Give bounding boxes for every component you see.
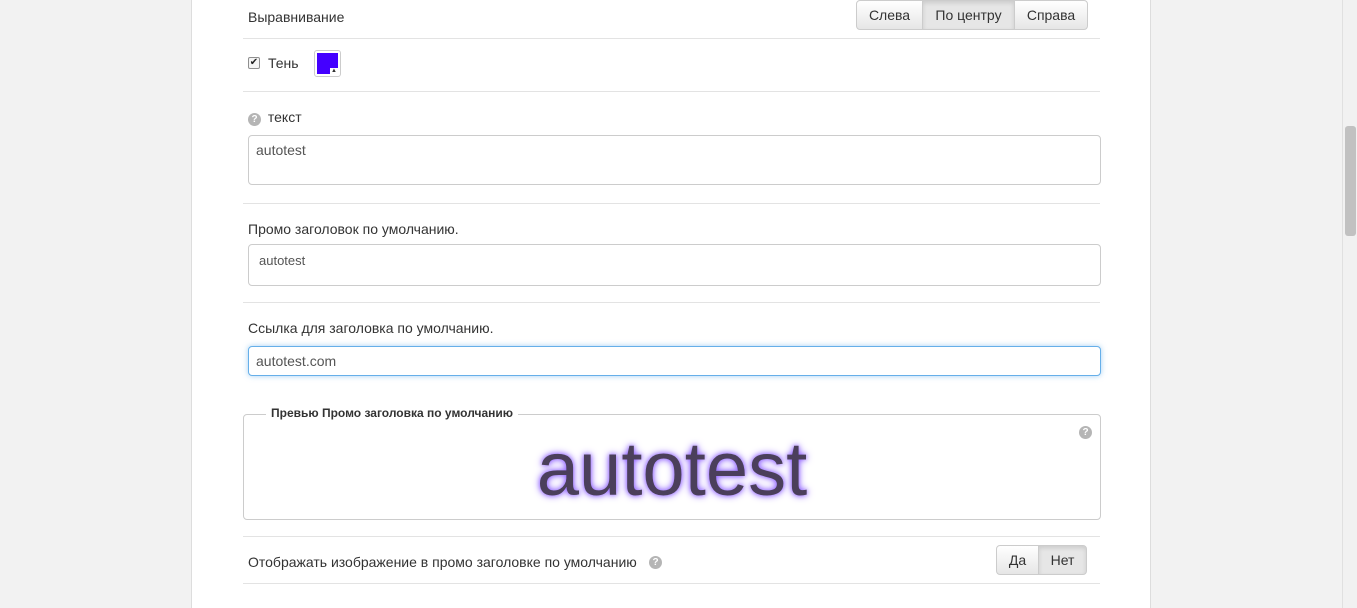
- shadow-color-picker[interactable]: ▲: [314, 50, 341, 77]
- caret-up-icon: ▲: [330, 68, 338, 74]
- text-textarea[interactable]: autotest: [248, 135, 1101, 185]
- title-link-input[interactable]: autotest.com: [248, 346, 1101, 376]
- show-image-label: Отображать изображение в промо заголовке…: [248, 554, 637, 570]
- settings-panel: Выравнивание Слева По центру Справа ✔ Те…: [191, 0, 1151, 608]
- promo-title-input[interactable]: autotest: [248, 244, 1101, 286]
- preview-text: autotest: [536, 426, 808, 512]
- text-field-label: текст: [267, 109, 302, 125]
- no-button[interactable]: Нет: [1038, 545, 1087, 575]
- help-icon[interactable]: ?: [1079, 426, 1092, 439]
- align-center-button[interactable]: По центру: [922, 0, 1015, 30]
- alignment-button-group: Слева По центру Справа: [856, 0, 1088, 30]
- divider: [243, 536, 1100, 537]
- divider: [243, 203, 1100, 204]
- help-icon[interactable]: ?: [248, 113, 261, 126]
- shadow-label: Тень: [268, 55, 299, 71]
- alignment-label: Выравнивание: [248, 9, 345, 25]
- align-left-button[interactable]: Слева: [856, 0, 923, 30]
- scrollbar-thumb[interactable]: [1345, 126, 1356, 236]
- divider: [243, 91, 1100, 92]
- yes-button[interactable]: Да: [996, 545, 1039, 575]
- divider: [243, 38, 1100, 39]
- divider: [243, 302, 1100, 303]
- color-swatch: ▲: [317, 53, 338, 74]
- title-link-label: Ссылка для заголовка по умолчанию.: [248, 320, 494, 336]
- shadow-checkbox[interactable]: ✔: [248, 57, 260, 69]
- help-icon[interactable]: ?: [649, 556, 662, 569]
- page-scrollbar[interactable]: [1342, 0, 1357, 608]
- promo-title-label: Промо заголовок по умолчанию.: [248, 221, 459, 237]
- align-right-button[interactable]: Справа: [1014, 0, 1088, 30]
- divider: [243, 583, 1100, 584]
- text-field-label-wrap: ? текст: [248, 109, 302, 126]
- show-image-button-group: Да Нет: [996, 545, 1087, 575]
